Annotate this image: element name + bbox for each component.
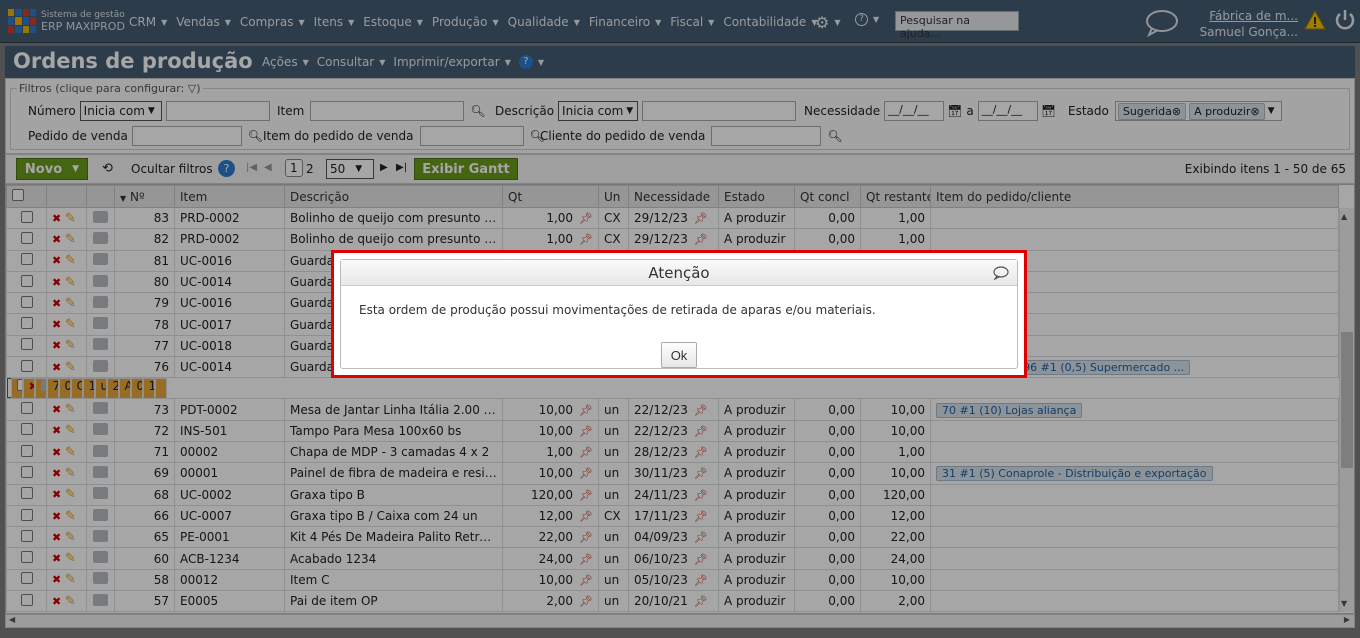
dialog-message: Esta ordem de produção possui movimentaç… [359,303,876,317]
attention-dialog: Atenção Esta ordem de produção possui mo… [340,259,1018,369]
modal-highlight-frame: Atenção Esta ordem de produção possui mo… [331,250,1027,378]
chat-icon[interactable] [993,266,1009,280]
ok-button[interactable]: Ok [661,342,697,368]
dialog-header: Atenção [341,260,1017,286]
dialog-title: Atenção [648,264,710,282]
